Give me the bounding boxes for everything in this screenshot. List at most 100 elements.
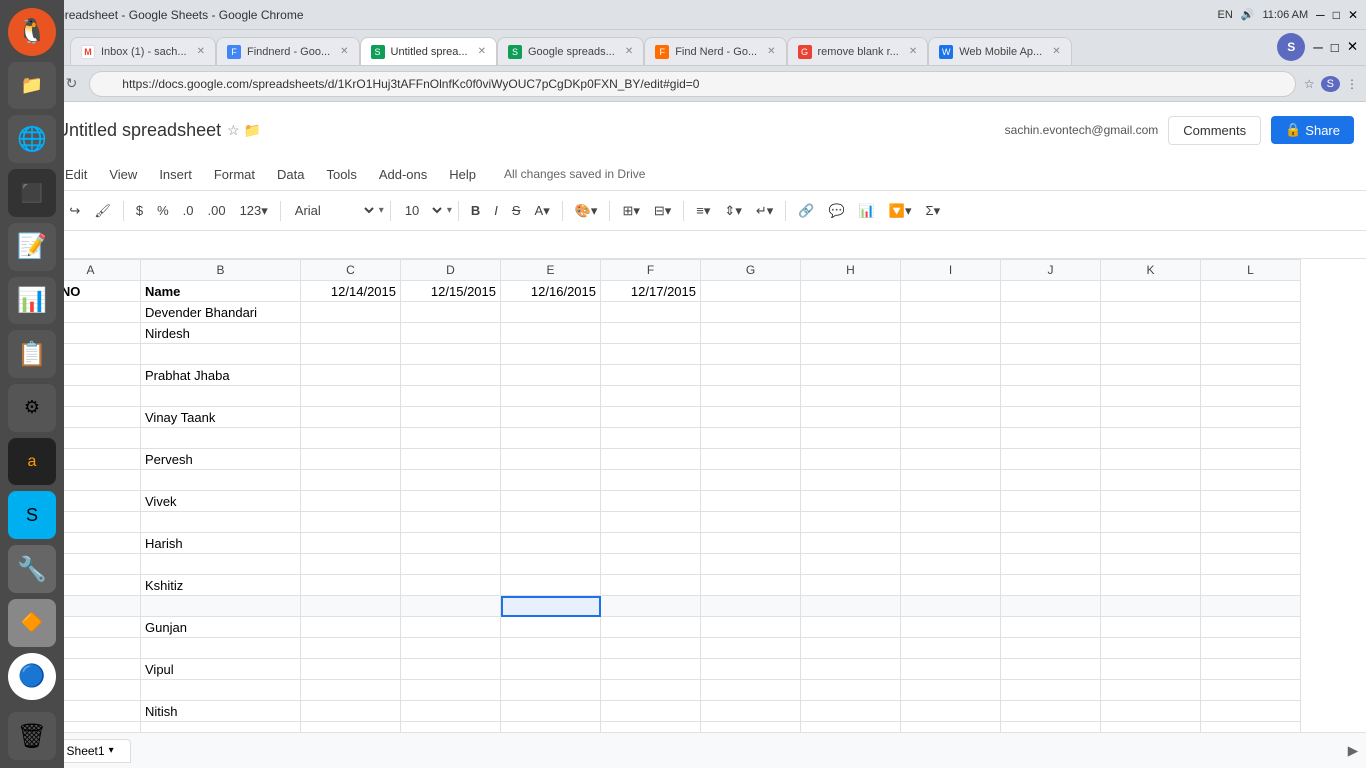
cell-J21[interactable] (1001, 701, 1101, 722)
cell-L11[interactable] (1201, 491, 1301, 512)
cell-E14[interactable] (501, 554, 601, 575)
cell-G9[interactable] (701, 449, 801, 470)
increase-decimal-button[interactable]: .00 (201, 199, 231, 222)
cell-J1[interactable] (1001, 281, 1101, 302)
cell-H6[interactable] (801, 386, 901, 407)
cell-C16[interactable] (301, 596, 401, 617)
browser-icon[interactable]: 🌐 (8, 115, 56, 163)
col-header-G[interactable]: G (701, 260, 801, 281)
vlc-icon[interactable]: 🔶 (8, 599, 56, 647)
cell-K20[interactable] (1101, 680, 1201, 701)
percent-button[interactable]: % (151, 199, 175, 222)
cell-C20[interactable] (301, 680, 401, 701)
cell-L6[interactable] (1201, 386, 1301, 407)
close-button[interactable]: ✕ (1348, 8, 1358, 22)
cell-B15[interactable]: Kshitiz (141, 575, 301, 596)
cell-D11[interactable] (401, 491, 501, 512)
cell-D2[interactable] (401, 302, 501, 323)
cell-K2[interactable] (1101, 302, 1201, 323)
cell-I6[interactable] (901, 386, 1001, 407)
cell-H19[interactable] (801, 659, 901, 680)
cell-J6[interactable] (1001, 386, 1101, 407)
bold-button[interactable]: B (465, 199, 486, 222)
col-header-I[interactable]: I (901, 260, 1001, 281)
cell-D3[interactable] (401, 323, 501, 344)
cell-F15[interactable] (601, 575, 701, 596)
cell-L21[interactable] (1201, 701, 1301, 722)
cell-J3[interactable] (1001, 323, 1101, 344)
cell-H1[interactable] (801, 281, 901, 302)
amazon-icon[interactable]: a (8, 438, 56, 486)
cell-H12[interactable] (801, 512, 901, 533)
cell-F5[interactable] (601, 365, 701, 386)
cell-K12[interactable] (1101, 512, 1201, 533)
folder-icon[interactable]: 📁 (244, 122, 261, 139)
cell-C12[interactable] (301, 512, 401, 533)
cell-B16[interactable] (141, 596, 301, 617)
currency-button[interactable]: $ (130, 199, 149, 222)
tab-web[interactable]: W Web Mobile Ap... ✕ (928, 37, 1071, 65)
cell-D7[interactable] (401, 407, 501, 428)
merge-button[interactable]: ⊟▾ (648, 199, 677, 223)
font-size-select[interactable]: 10 (397, 200, 445, 221)
cell-C14[interactable] (301, 554, 401, 575)
valign-button[interactable]: ⇕▾ (718, 199, 747, 223)
format-paint-button[interactable]: 🖌 (88, 199, 117, 223)
cell-G11[interactable] (701, 491, 801, 512)
cell-B17[interactable]: Gunjan (141, 617, 301, 638)
cell-F11[interactable] (601, 491, 701, 512)
borders-button[interactable]: ⊞▾ (616, 199, 645, 223)
cell-B10[interactable] (141, 470, 301, 491)
fill-color-button[interactable]: 🎨▾ (569, 199, 604, 223)
ubuntu-icon[interactable]: 🐧 (8, 8, 56, 56)
cell-L22[interactable] (1201, 722, 1301, 733)
cell-C10[interactable] (301, 470, 401, 491)
cell-C3[interactable] (301, 323, 401, 344)
cell-I17[interactable] (901, 617, 1001, 638)
cell-D9[interactable] (401, 449, 501, 470)
cell-G5[interactable] (701, 365, 801, 386)
cell-K11[interactable] (1101, 491, 1201, 512)
cell-B20[interactable] (141, 680, 301, 701)
menu-data[interactable]: Data (267, 163, 314, 186)
cell-H5[interactable] (801, 365, 901, 386)
cell-C18[interactable] (301, 638, 401, 659)
cell-G13[interactable] (701, 533, 801, 554)
cell-K9[interactable] (1101, 449, 1201, 470)
cell-G4[interactable] (701, 344, 801, 365)
col-header-J[interactable]: J (1001, 260, 1101, 281)
cell-L10[interactable] (1201, 470, 1301, 491)
reload-button[interactable]: ↻ (62, 71, 82, 96)
cell-J22[interactable] (1001, 722, 1101, 733)
cell-J8[interactable] (1001, 428, 1101, 449)
cell-D14[interactable] (401, 554, 501, 575)
cell-L14[interactable] (1201, 554, 1301, 575)
cell-J20[interactable] (1001, 680, 1101, 701)
align-button[interactable]: ≡▾ (690, 199, 716, 223)
chrome-icon[interactable]: 🔵 (8, 653, 56, 701)
cell-F14[interactable] (601, 554, 701, 575)
cell-G20[interactable] (701, 680, 801, 701)
scroll-sheets-right-button[interactable]: ▶ (1348, 743, 1358, 759)
italic-button[interactable]: I (488, 199, 504, 222)
col-header-H[interactable]: H (801, 260, 901, 281)
cell-D4[interactable] (401, 344, 501, 365)
minimize-window-button[interactable]: ─ (1313, 40, 1322, 55)
cell-L15[interactable] (1201, 575, 1301, 596)
cell-J15[interactable] (1001, 575, 1101, 596)
tab-remove-close[interactable]: ✕ (909, 46, 917, 57)
cell-H20[interactable] (801, 680, 901, 701)
cell-J16[interactable] (1001, 596, 1101, 617)
link-button[interactable]: 🔗 (792, 199, 820, 223)
text-color-button[interactable]: A▾ (529, 199, 556, 223)
cell-J12[interactable] (1001, 512, 1101, 533)
filter-button[interactable]: 🔽▾ (883, 199, 918, 223)
cell-I12[interactable] (901, 512, 1001, 533)
tab-gmail-close[interactable]: ✕ (197, 46, 205, 57)
cell-C6[interactable] (301, 386, 401, 407)
cell-K15[interactable] (1101, 575, 1201, 596)
cell-F3[interactable] (601, 323, 701, 344)
decrease-decimal-button[interactable]: .0 (177, 199, 200, 222)
cell-F1[interactable]: 12/17/2015 (601, 281, 701, 302)
cell-K1[interactable] (1101, 281, 1201, 302)
